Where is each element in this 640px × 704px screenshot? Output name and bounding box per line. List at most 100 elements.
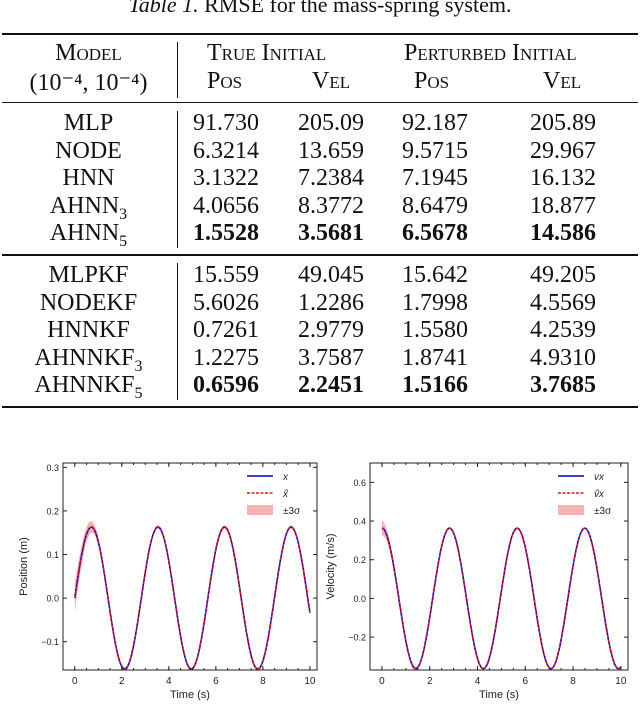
table-cell: 205.09 (298, 110, 364, 136)
bottom-rule (2, 406, 638, 408)
model-name: NODEKF (39, 290, 138, 316)
y-tick-label: −0.1 (41, 637, 59, 647)
y-tick-label: 0.6 (353, 478, 366, 488)
table-cell: 49.045 (298, 262, 364, 288)
table-cell: 16.132 (530, 165, 596, 191)
y-tick-label: 0.0 (46, 594, 59, 604)
table-cell: 2.2451 (298, 372, 364, 398)
table-row-model: MLP (0, 110, 177, 137)
table-cell: 8.3772 (298, 193, 364, 219)
x-tick-label: 8 (260, 676, 266, 687)
header-true-vel: Vel (312, 68, 351, 94)
table-cell: 4.5569 (530, 290, 596, 316)
x-tick-label: 0 (72, 676, 78, 687)
caption-label: Table 1. (128, 0, 199, 17)
y-axis-label: Velocity (m/s) (325, 533, 337, 599)
table-cell: 1.8741 (402, 345, 468, 371)
table-cell: 0.7261 (193, 317, 259, 343)
table-cell: 92.187 (402, 110, 468, 136)
velocity-chart: 0 2 4 6 8 10 −0.2 0.0 0.2 0.4 0.6 Time (s) Velocity … (325, 462, 629, 701)
x-tick-label: 6 (522, 676, 528, 687)
legend-band-swatch (558, 505, 584, 515)
group1-divider (177, 111, 178, 248)
table-cell: 91.730 (193, 110, 259, 136)
legend-label: x̂ (282, 488, 289, 500)
table-cell: 49.205 (530, 262, 596, 288)
table-cell: 6.5678 (402, 220, 468, 246)
plot-frame (369, 462, 629, 671)
model-name: MLP (63, 110, 114, 136)
table-cell: 7.1945 (402, 165, 468, 191)
y-tick-label: 0.3 (46, 463, 59, 473)
y-tick-label: 0.0 (353, 594, 366, 604)
table-cell: 15.559 (193, 262, 259, 288)
x-axis-label: Time (s) (170, 689, 210, 701)
table-row-model: AHNNKF5 (0, 372, 177, 403)
legend-label: ±3σ (594, 506, 612, 517)
caption-text: RMSE for the mass-spring system. (198, 0, 512, 17)
table-cell: 18.877 (530, 193, 596, 219)
table-cell: 1.5166 (402, 372, 468, 398)
group-rule (2, 254, 638, 256)
header-divider (177, 42, 178, 98)
model-name: AHNN (49, 193, 120, 219)
table-row-model: MLPKF (0, 262, 177, 289)
model-name: AHNNKF (34, 372, 135, 398)
table-cell: 1.5528 (193, 220, 259, 246)
header-pert-vel: Vel (543, 68, 582, 94)
table-row-model: HNNKF (0, 317, 177, 344)
x-tick-label: 4 (475, 676, 481, 687)
table-cell: 13.659 (298, 138, 364, 164)
x-tick-label: 8 (570, 676, 576, 687)
table-cell: 4.0656 (193, 193, 259, 219)
legend-label: vx (594, 472, 605, 483)
table-cell: 205.89 (530, 110, 596, 136)
y-axis-label: Position (m) (18, 537, 30, 596)
table-cell: 3.5681 (298, 220, 364, 246)
estimate-series-line (381, 527, 622, 670)
model-name: AHNNKF (34, 345, 135, 371)
x-tick-label: 2 (119, 676, 125, 687)
table-cell: 8.6479 (402, 193, 468, 219)
estimate-series-line (74, 526, 311, 670)
y-tick-label: −0.2 (348, 633, 366, 643)
table-cell: 5.6026 (193, 290, 259, 316)
model-name: NODE (55, 138, 122, 164)
table-cell: 4.9310 (530, 345, 596, 371)
model-name: HNN (62, 165, 115, 191)
model-name: HNNKF (47, 317, 130, 343)
table-cell: 29.967 (530, 138, 596, 164)
model-name: MLPKF (48, 262, 129, 288)
table-cell: 3.7685 (530, 372, 596, 398)
table-cell: 1.2286 (298, 290, 364, 316)
x-axis-label: Time (s) (479, 689, 519, 701)
y-tick-label: 0.4 (353, 517, 366, 527)
table-cell: 6.3214 (193, 138, 259, 164)
top-rule (2, 33, 638, 35)
table-cell: 15.642 (402, 262, 468, 288)
header-rule (2, 102, 638, 103)
legend-label: x (282, 472, 289, 483)
x-tick-label: 2 (427, 676, 433, 687)
table-cell: 0.6596 (193, 372, 259, 398)
model-name: AHNN (49, 220, 120, 246)
header-perturbed-initial: Perturbed Initial (404, 40, 577, 66)
position-chart: 0 2 4 6 8 10 −0.1 0.0 0.1 0.2 0.3 Time (s) Position … (18, 462, 318, 701)
table-cell: 14.586 (530, 220, 596, 246)
model-subscript: 5 (134, 384, 143, 402)
x-tick-label: 6 (213, 676, 219, 687)
table-cell: 1.2275 (193, 345, 259, 371)
true-series-line (381, 527, 622, 670)
header-true-initial: True Initial (207, 40, 327, 66)
x-tick-label: 0 (379, 676, 385, 687)
header-model: Model (55, 40, 122, 66)
table-cell: 4.2539 (530, 317, 596, 343)
table-row-model: HNN (0, 165, 177, 192)
table-cell: 3.7587 (298, 345, 364, 371)
table-caption: Table 1. RMSE for the mass-spring system… (0, 0, 640, 18)
table-cell: 3.1322 (193, 165, 259, 191)
y-tick-label: 0.2 (46, 506, 59, 516)
legend-label: ±3σ (283, 506, 301, 517)
table-cell: 1.5580 (402, 317, 468, 343)
group2-divider (177, 263, 178, 400)
